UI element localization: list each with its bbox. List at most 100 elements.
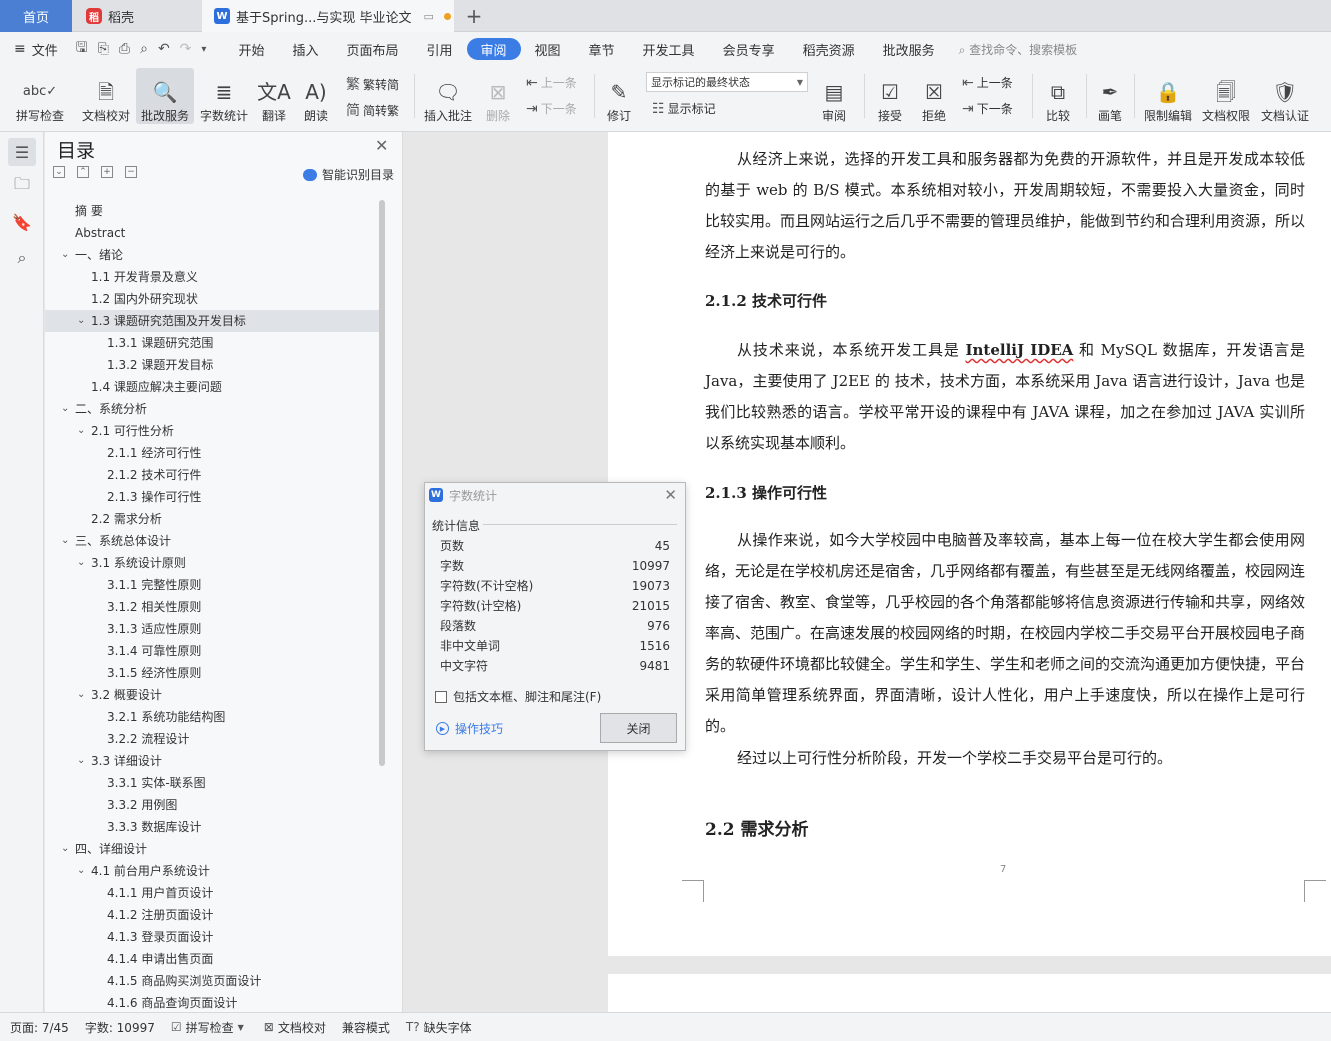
show-markup-button[interactable]: ☷ 显示标记 <box>652 100 716 117</box>
tab-daoke[interactable]: 稻 稻壳 <box>74 0 200 32</box>
print-icon[interactable]: ⎙ <box>119 41 130 57</box>
toc-item[interactable]: 1.2 国内外研究现状 <box>45 288 381 310</box>
tips-link[interactable]: ▶ 操作技巧 <box>436 720 503 737</box>
chevron-down-icon[interactable]: ⌄ <box>77 420 85 442</box>
document-certify-button[interactable]: 🛡 文档认证 <box>1256 68 1314 124</box>
next-change-button[interactable]: ⇥ 下一条 <box>962 100 1013 117</box>
toc-item[interactable]: 3.3.1 实体-联系图 <box>45 772 381 794</box>
toc-item[interactable]: 3.1.2 相关性原则 <box>45 596 381 618</box>
bookmark-icon[interactable]: 🔖 <box>8 208 36 236</box>
window-icon[interactable]: ▭ <box>423 10 433 23</box>
translate-button[interactable]: 文A 翻译 <box>254 68 294 124</box>
menu-review[interactable]: 审阅 <box>466 38 521 60</box>
restrict-editing-button[interactable]: 🔒 限制编辑 <box>1140 68 1196 124</box>
close-button[interactable]: 关闭 <box>600 713 677 743</box>
compat-mode-status[interactable]: 兼容模式 <box>342 1019 390 1036</box>
markup-display-select[interactable]: 显示标记的最终状态 ▼ <box>646 72 808 92</box>
chevron-down-icon[interactable]: ⌄ <box>61 530 69 552</box>
reject-button[interactable]: ☒ 拒绝 <box>914 68 954 124</box>
to-simplified-button[interactable]: 简 简转繁 <box>346 100 399 120</box>
toc-item[interactable]: Abstract <box>45 222 381 244</box>
missing-font-status[interactable]: T? 缺失字体 <box>406 1019 472 1036</box>
expand-icon[interactable]: ⌃ <box>77 166 89 178</box>
read-aloud-button[interactable]: A) 朗读 <box>298 68 334 124</box>
word-count-indicator[interactable]: 字数: 10997 <box>85 1019 155 1036</box>
toc-scrollbar[interactable] <box>379 200 385 766</box>
menu-member[interactable]: 会员专享 <box>709 38 789 60</box>
chevron-down-icon[interactable]: ⌄ <box>77 310 85 332</box>
toc-item[interactable]: ⌄ 一、绪论 <box>45 244 381 266</box>
toc-item[interactable]: 2.2 需求分析 <box>45 508 381 530</box>
menu-developer[interactable]: 开发工具 <box>629 38 709 60</box>
word-count-button[interactable]: ≣ 字数统计 <box>196 68 252 124</box>
toc-item[interactable]: 4.1.3 登录页面设计 <box>45 926 381 948</box>
search-icon[interactable]: ⌕ <box>8 244 36 272</box>
smart-toc-button[interactable]: 智能识别目录 <box>303 166 394 183</box>
toc-item[interactable]: 3.1.5 经济性原则 <box>45 662 381 684</box>
prev-change-button[interactable]: ⇤ 上一条 <box>962 74 1013 91</box>
toc-item[interactable]: 3.3.3 数据库设计 <box>45 816 381 838</box>
prev-comment-button[interactable]: ⇤ 上一条 <box>526 74 577 91</box>
toc-item[interactable]: 2.1.2 技术可行件 <box>45 464 381 486</box>
close-icon[interactable]: ✕ <box>664 486 677 504</box>
customize-chevron-icon[interactable]: ▾ <box>201 44 206 55</box>
toc-item[interactable]: 4.1.1 用户首页设计 <box>45 882 381 904</box>
command-search[interactable]: ⌕ 查找命令、搜索模板 <box>959 41 1078 58</box>
new-tab-icon[interactable]: + <box>462 4 486 28</box>
accept-button[interactable]: ☑ 接受 <box>870 68 910 124</box>
include-textbox-checkbox[interactable]: 包括文本框、脚注和尾注(F) <box>435 688 601 705</box>
toc-item[interactable]: 1.1 开发背景及意义 <box>45 266 381 288</box>
menu-insert[interactable]: 插入 <box>278 38 332 60</box>
toc-item[interactable]: ⌄ 1.3 课题研究范围及开发目标 <box>45 310 381 332</box>
compare-button[interactable]: ⧉ 比较 <box>1038 68 1078 124</box>
chevron-down-icon[interactable]: ⌄ <box>77 750 85 772</box>
page-indicator[interactable]: 页面: 7/45 <box>10 1019 69 1036</box>
spellcheck-status[interactable]: ☑ 拼写检查 ▼ <box>171 1019 248 1036</box>
spellcheck-button[interactable]: abc✓ 拼写检查 <box>8 68 72 124</box>
toc-item[interactable]: ⌄ 4.1 前台用户系统设计 <box>45 860 381 882</box>
toc-item[interactable]: 3.1.1 完整性原则 <box>45 574 381 596</box>
close-icon[interactable]: ✕ <box>375 136 388 155</box>
collapse-icon[interactable]: ⌄ <box>53 166 65 178</box>
export-pdf-icon[interactable]: ⎘ <box>98 41 109 57</box>
chevron-down-icon[interactable]: ⌄ <box>77 684 85 706</box>
chevron-down-icon[interactable]: ⌄ <box>61 398 69 420</box>
toc-item[interactable]: ⌄ 3.2 概要设计 <box>45 684 381 706</box>
toc-item[interactable]: ⌄ 3.1 系统设计原则 <box>45 552 381 574</box>
menu-correction[interactable]: 批改服务 <box>869 38 949 60</box>
toc-item[interactable]: ⌄ 三、系统总体设计 <box>45 530 381 552</box>
to-traditional-button[interactable]: 繁 繁转简 <box>346 74 399 94</box>
menu-chapter[interactable]: 章节 <box>575 38 629 60</box>
proofread-button[interactable]: 🗎 文档校对 <box>78 68 134 124</box>
toc-item[interactable]: 1.4 课题应解决主要问题 <box>45 376 381 398</box>
toc-item[interactable]: ⌄ 二、系统分析 <box>45 398 381 420</box>
toc-item[interactable]: 3.1.4 可靠性原则 <box>45 640 381 662</box>
menu-view[interactable]: 视图 <box>521 38 575 60</box>
toc-item[interactable]: 2.1.3 操作可行性 <box>45 486 381 508</box>
pen-button[interactable]: ✒ 画笔 <box>1092 68 1128 124</box>
toc-item[interactable]: 3.2.1 系统功能结构图 <box>45 706 381 728</box>
add-icon[interactable]: + <box>101 166 113 178</box>
tab-home[interactable]: 首页 <box>0 0 72 32</box>
print-preview-icon[interactable]: ⌕ <box>140 41 148 57</box>
toc-item[interactable]: 4.1.4 申请出售页面 <box>45 948 381 970</box>
next-comment-button[interactable]: ⇥ 下一条 <box>526 100 577 117</box>
track-changes-button[interactable]: ✎ 修订 <box>600 68 638 124</box>
toc-item[interactable]: 3.3.2 用例图 <box>45 794 381 816</box>
toc-item[interactable]: 4.1.6 商品查询页面设计 <box>45 992 381 1010</box>
correction-service-button[interactable]: 🔍 批改服务 <box>136 68 194 124</box>
toc-item[interactable]: 3.2.2 流程设计 <box>45 728 381 750</box>
menu-layout[interactable]: 页面布局 <box>332 38 412 60</box>
toc-item[interactable]: 2.1.1 经济可行性 <box>45 442 381 464</box>
document-rights-button[interactable]: 🗐 文档权限 <box>1198 68 1254 124</box>
undo-icon[interactable]: ↶ <box>158 41 170 57</box>
toc-panel-icon[interactable]: ☰ <box>8 138 36 166</box>
toc-item[interactable]: ⌄ 2.1 可行性分析 <box>45 420 381 442</box>
proofread-status[interactable]: ⊠ 文档校对 <box>264 1019 326 1036</box>
insert-comment-button[interactable]: 🗨 插入批注 <box>420 68 476 124</box>
dialog-title-bar[interactable]: W 字数统计 <box>425 483 685 507</box>
toc-item[interactable]: 1.3.1 课题研究范围 <box>45 332 381 354</box>
menu-start[interactable]: 开始 <box>224 38 278 60</box>
chevron-down-icon[interactable]: ⌄ <box>77 860 85 882</box>
toc-item[interactable]: 摘 要 <box>45 200 381 222</box>
